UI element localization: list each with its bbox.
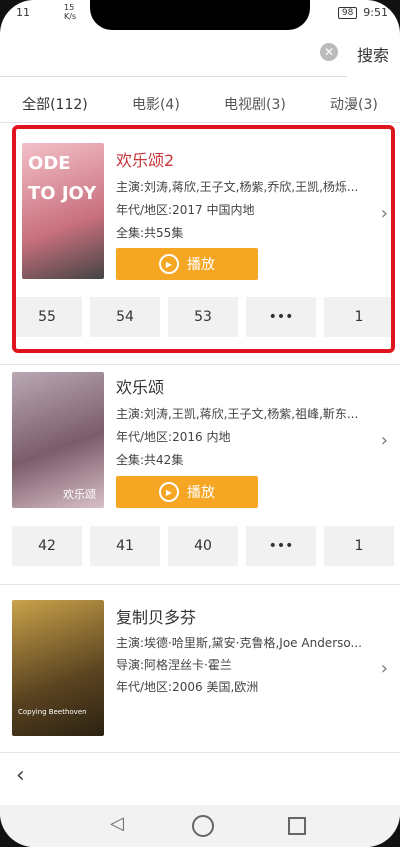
episode-count: 全集:共42集 (116, 453, 184, 467)
result-title[interactable]: 欢乐颂 (116, 374, 164, 398)
poster-title: Copying Beethoven (18, 708, 87, 716)
poster-title: 欢乐颂 (63, 488, 96, 501)
net-speed: 15 K/s (64, 3, 76, 21)
episode-button[interactable]: 40 (168, 526, 238, 566)
cast-info: 主演:刘涛,王凯,蒋欣,王子文,杨紫,祖峰,靳东... (116, 407, 359, 421)
search-button[interactable]: 搜索 (357, 42, 389, 66)
category-tabs: 全部(112) 电影(4) 电视剧(3) 动漫(3) (0, 94, 400, 122)
battery-icon: 98 (337, 6, 358, 19)
more-episodes-button[interactable]: ••• (246, 526, 316, 566)
net-speed-unit: K/s (64, 12, 77, 21)
status-right: 98 9:51 (337, 6, 388, 19)
recent-apps-icon[interactable] (288, 817, 306, 835)
director-info: 导演:阿格涅丝卡·霍兰 (116, 658, 232, 672)
tab-all[interactable]: 全部(112) (22, 94, 88, 122)
camera-notch (90, 0, 310, 30)
tab-movies[interactable]: 电影(4) (132, 94, 180, 122)
net-speed-value: 15 (64, 3, 75, 12)
tab-tv-series[interactable]: 电视剧(3) (224, 94, 286, 122)
clear-search-icon[interactable]: ✕ (320, 43, 338, 61)
episode-button[interactable]: 42 (12, 526, 82, 566)
result-card-2: 欢乐颂 欢乐颂 主演:刘涛,王凯,蒋欣,王子文,杨紫,祖峰,靳东... 年代/地… (0, 364, 400, 584)
year-area-info: 年代/地区:2006 美国,欧洲 (116, 680, 259, 694)
year-area-info: 年代/地区:2016 内地 (116, 430, 231, 444)
poster-image[interactable]: Copying Beethoven (12, 600, 104, 736)
tab-anime[interactable]: 动漫(3) (330, 94, 378, 122)
system-back-icon[interactable]: ◁ (110, 813, 124, 834)
chevron-right-icon[interactable]: › (381, 658, 388, 679)
play-label: 播放 (187, 485, 215, 501)
episode-button[interactable]: 41 (90, 526, 160, 566)
back-arrow-icon[interactable]: ‹ (16, 763, 25, 788)
home-icon[interactable] (192, 815, 214, 837)
play-button[interactable]: ▶ 播放 (116, 476, 258, 508)
cast-info: 主演:埃德·哈里斯,黛安·克鲁格,Joe Anderso... (116, 636, 362, 650)
phone-screen: 11 15 K/s 98 9:51 ✕ 搜索 全部(112) 电影(4) 电视剧… (0, 0, 400, 847)
result-title[interactable]: 复制贝多芬 (116, 604, 196, 628)
search-bar: ✕ 搜索 (0, 32, 400, 76)
tabs-divider (0, 122, 400, 123)
poster-image[interactable]: 欢乐颂 (12, 372, 104, 508)
clock: 9:51 (363, 6, 388, 19)
result-card-3: Copying Beethoven 复制贝多芬 主演:埃德·哈里斯,黛安·克鲁格… (0, 592, 400, 752)
card-divider (0, 752, 400, 753)
card-divider (0, 584, 400, 585)
episode-list: 42 41 40 ••• 1 (12, 526, 400, 566)
play-icon: ▶ (159, 482, 179, 502)
highlight-frame (12, 125, 395, 353)
status-bar: 11 15 K/s 98 9:51 (0, 0, 400, 30)
search-input[interactable] (0, 32, 347, 76)
system-nav-bar: ‹ ◁ (0, 763, 400, 847)
signal-text: 11 (16, 6, 30, 19)
episode-button[interactable]: 1 (324, 526, 394, 566)
chevron-right-icon[interactable]: › (381, 430, 388, 451)
